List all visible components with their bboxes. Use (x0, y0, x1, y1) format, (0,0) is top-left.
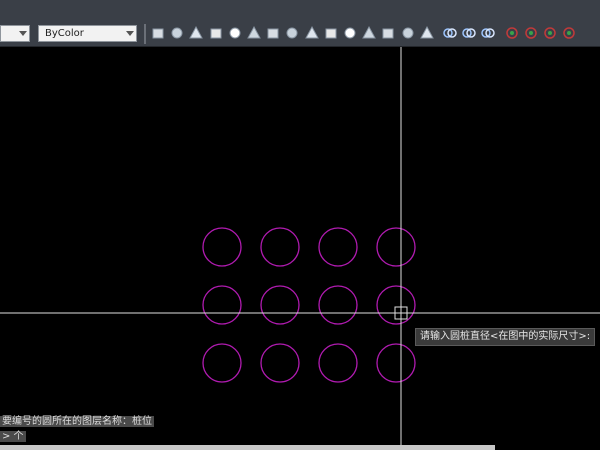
chevron-down-icon[interactable] (19, 31, 27, 36)
command-line-text: 要编号的圆所在的图层名称：桩位 (0, 416, 154, 427)
toolbar: ByColor (0, 0, 600, 47)
cone-icon[interactable] (208, 25, 224, 41)
dynamic-input-tooltip: 请输入圆桩直径<在图中的实际尺寸>: (415, 328, 596, 346)
cylinder-icon[interactable] (246, 25, 262, 41)
sweep-icon[interactable] (380, 25, 396, 41)
pile-circle[interactable] (202, 285, 242, 325)
color-combo[interactable]: ByColor (38, 25, 137, 42)
layer-combo[interactable] (0, 25, 30, 42)
planar-surface-icon[interactable] (323, 25, 339, 41)
wedge-icon[interactable] (188, 25, 204, 41)
pile-circle[interactable] (318, 227, 358, 267)
3d-array-icon[interactable] (561, 25, 577, 41)
3d-align-icon[interactable] (542, 25, 558, 41)
subtract-icon[interactable] (461, 25, 477, 41)
pile-circle[interactable] (376, 227, 416, 267)
revolve-icon[interactable] (400, 25, 416, 41)
toolbar-separator (144, 24, 146, 44)
command-line-text: > 个 (0, 431, 26, 442)
presspull-icon[interactable] (361, 25, 377, 41)
pile-circles (202, 227, 416, 383)
tooltip-text: 请输入圆桩直径<在图中的实际尺寸>: (420, 331, 591, 342)
command-history-line: 要编号的圆所在的图层名称：桩位 (0, 415, 154, 429)
3d-move-icon[interactable] (504, 25, 520, 41)
pile-circle[interactable] (260, 343, 300, 383)
pyramid-icon[interactable] (284, 25, 300, 41)
box-icon[interactable] (169, 25, 185, 41)
loft-icon[interactable] (419, 25, 435, 41)
pile-circle[interactable] (202, 343, 242, 383)
extrude-icon[interactable] (342, 25, 358, 41)
command-input[interactable] (0, 445, 495, 450)
pile-circle[interactable] (260, 285, 300, 325)
3d-rotate-icon[interactable] (523, 25, 539, 41)
pile-circle[interactable] (202, 227, 242, 267)
torus-icon[interactable] (265, 25, 281, 41)
intersect-icon[interactable] (480, 25, 496, 41)
pile-circle[interactable] (376, 285, 416, 325)
pile-circle[interactable] (318, 343, 358, 383)
color-combo-value: ByColor (45, 28, 84, 39)
union-icon[interactable] (442, 25, 458, 41)
pile-circle[interactable] (318, 285, 358, 325)
pile-circle[interactable] (376, 343, 416, 383)
extrude-face-icon[interactable] (150, 25, 166, 41)
sphere-icon[interactable] (227, 25, 243, 41)
drawing-area[interactable] (0, 47, 600, 450)
chevron-down-icon[interactable] (126, 31, 134, 36)
pile-circle[interactable] (260, 227, 300, 267)
drawing-canvas[interactable] (0, 47, 600, 450)
helix-icon[interactable] (304, 25, 320, 41)
command-history-line: > 个 (0, 430, 26, 444)
